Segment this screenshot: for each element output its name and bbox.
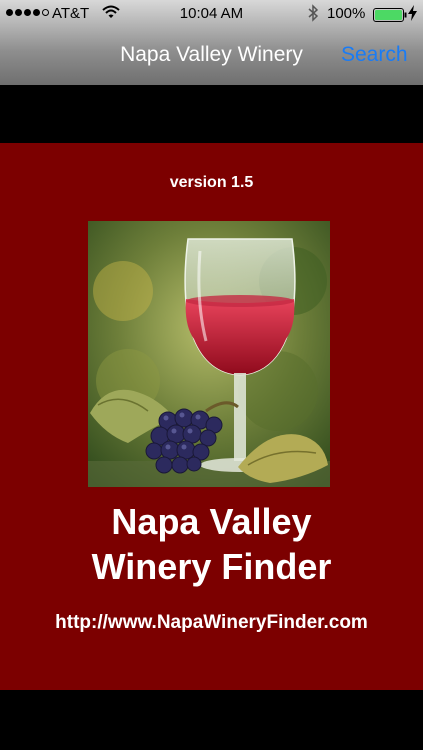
battery-percentage: 100% — [327, 5, 366, 22]
charging-bolt-icon — [408, 5, 417, 21]
wine-glass-grapes-image — [88, 221, 330, 487]
version-label: version 1.5 — [169, 174, 254, 191]
app-title-line-2: Winery Finder — [91, 546, 332, 587]
splash-content: version 1.5 Napa Valley Winery Finder ht… — [0, 143, 423, 690]
bluetooth-icon — [308, 4, 319, 22]
app-title-line-1: Napa Valley — [111, 501, 312, 542]
navigation-bar: Napa Valley Winery Search — [0, 28, 423, 85]
website-link[interactable]: http://www.NapaWineryFinder.com — [0, 612, 423, 634]
battery-icon — [373, 8, 407, 22]
status-bar: AT&T 10:04 AM 100% — [0, 0, 423, 28]
search-button[interactable]: Search — [341, 43, 408, 67]
app-title: Napa Valley Winery Finder — [0, 499, 423, 589]
top-bar: AT&T 10:04 AM 100% Napa Valley Winery Se… — [0, 0, 423, 85]
